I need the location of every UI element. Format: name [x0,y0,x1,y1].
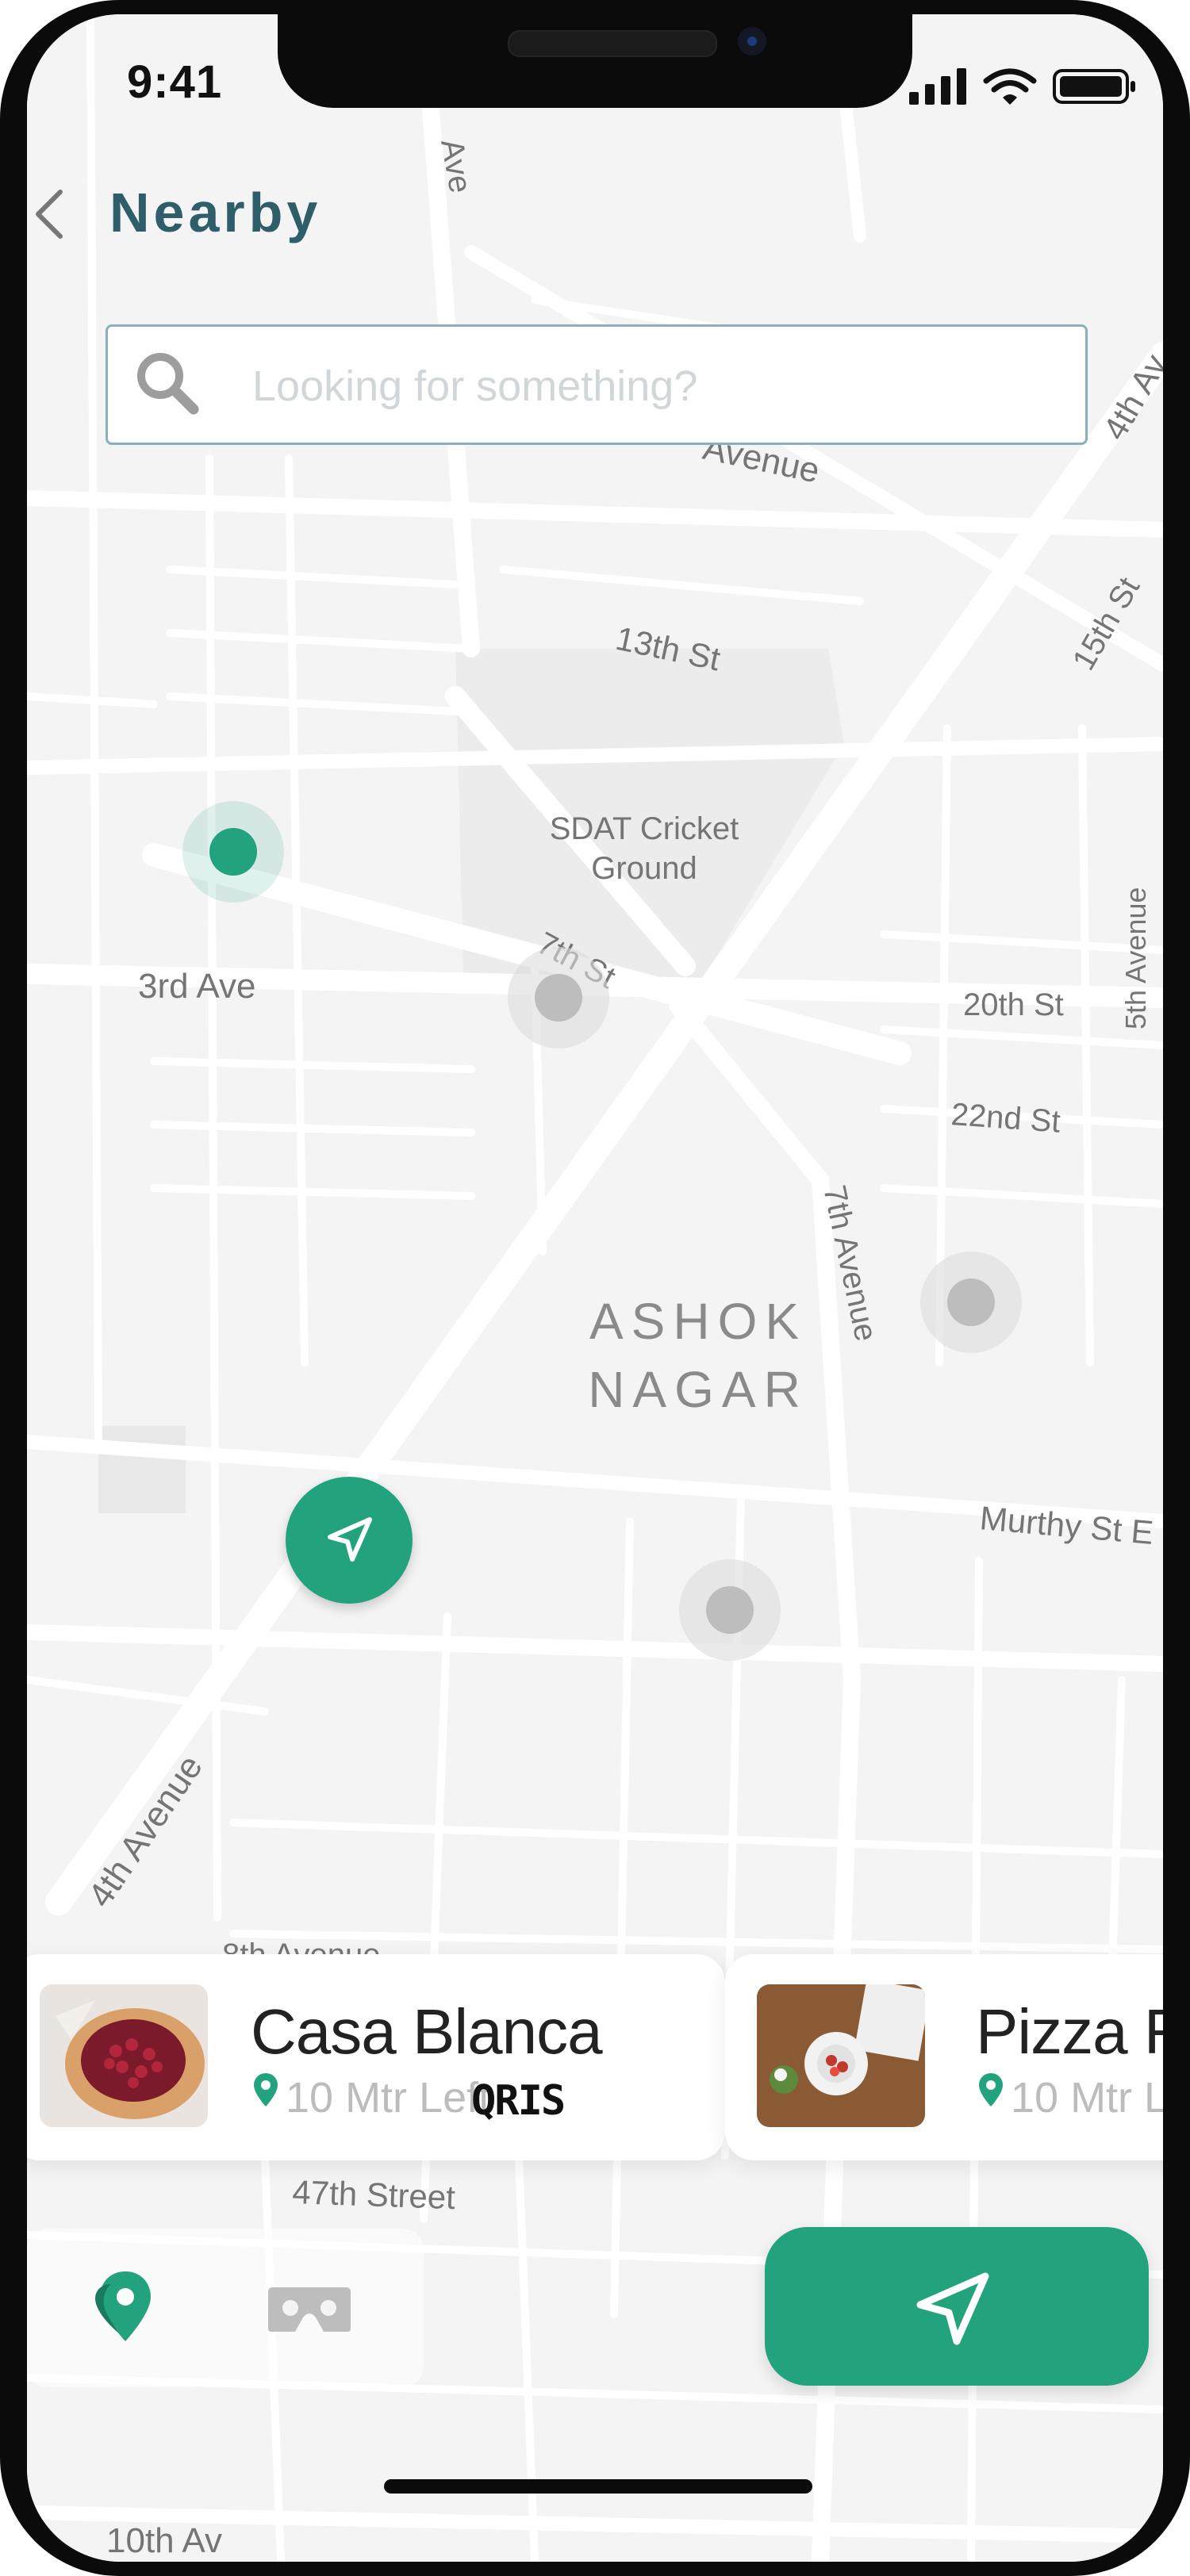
map-label: 20th St [963,987,1064,1022]
watermark-logo: QRIS [471,2077,566,2125]
start-navigation-button[interactable] [765,2227,1149,2386]
tab-vr[interactable] [262,2260,357,2356]
map-label: SDAT Cricket [550,811,739,846]
chevron-left-icon[interactable] [29,182,76,246]
map-pin-icon [979,2073,1003,2106]
notch [278,14,912,108]
map-label: NAGAR [588,1361,808,1418]
screen: Ave Avenue 4th Av 13th St 15th St SDAT C… [27,14,1163,2562]
phone-frame: Ave Avenue 4th Av 13th St 15th St SDAT C… [0,0,1190,2576]
map-marker[interactable] [679,1559,781,1661]
search-input[interactable] [251,347,1047,425]
place-distance: 10 Mtr Left [286,2074,491,2122]
status-time: 9:41 [127,56,223,108]
map-label: 5th Avenue [1119,887,1152,1029]
map-marker[interactable] [508,947,609,1048]
speaker [508,30,717,57]
tab-map[interactable] [75,2260,170,2356]
status-icons [908,63,1146,111]
place-card[interactable]: Pizza R 10 Mtr Le [725,1954,1163,2160]
place-thumbnail [757,1984,925,2127]
battery-icon [1053,69,1135,104]
navigation-arrow-icon [328,1517,372,1562]
map-label: 10th Av [106,2521,222,2560]
cellular-signal-icon [909,68,966,105]
map-pin-icon [95,2271,151,2341]
place-thumbnail [40,1984,208,2127]
home-indicator [384,2479,812,2494]
place-name: Casa Blanca [251,1996,603,2067]
place-card[interactable]: Casa Blanca 10 Mtr Left QRIS [27,1954,725,2160]
current-location-button[interactable] [286,1477,413,1604]
search-icon [137,353,199,415]
front-camera [738,27,766,56]
map-marker[interactable] [920,1252,1022,1353]
page-title: Nearby [109,182,322,243]
place-distance: 10 Mtr Le [1011,2074,1163,2122]
wifi-icon [983,68,1037,105]
header: Nearby [27,165,582,260]
navigation-arrow-icon [916,2272,989,2345]
bottom-tab-bar [27,2229,424,2387]
map-marker-active[interactable] [182,801,284,903]
map-pin-icon [254,2073,278,2106]
map-label: ASHOK [589,1293,807,1350]
map-label: 3rd Ave [138,967,255,1006]
map-label: 47th Street [292,2173,456,2216]
map-label: Ground [591,851,697,886]
search-bar[interactable] [106,324,1088,445]
place-name: Pizza R [976,1996,1163,2067]
vr-headset-icon [268,2287,351,2332]
